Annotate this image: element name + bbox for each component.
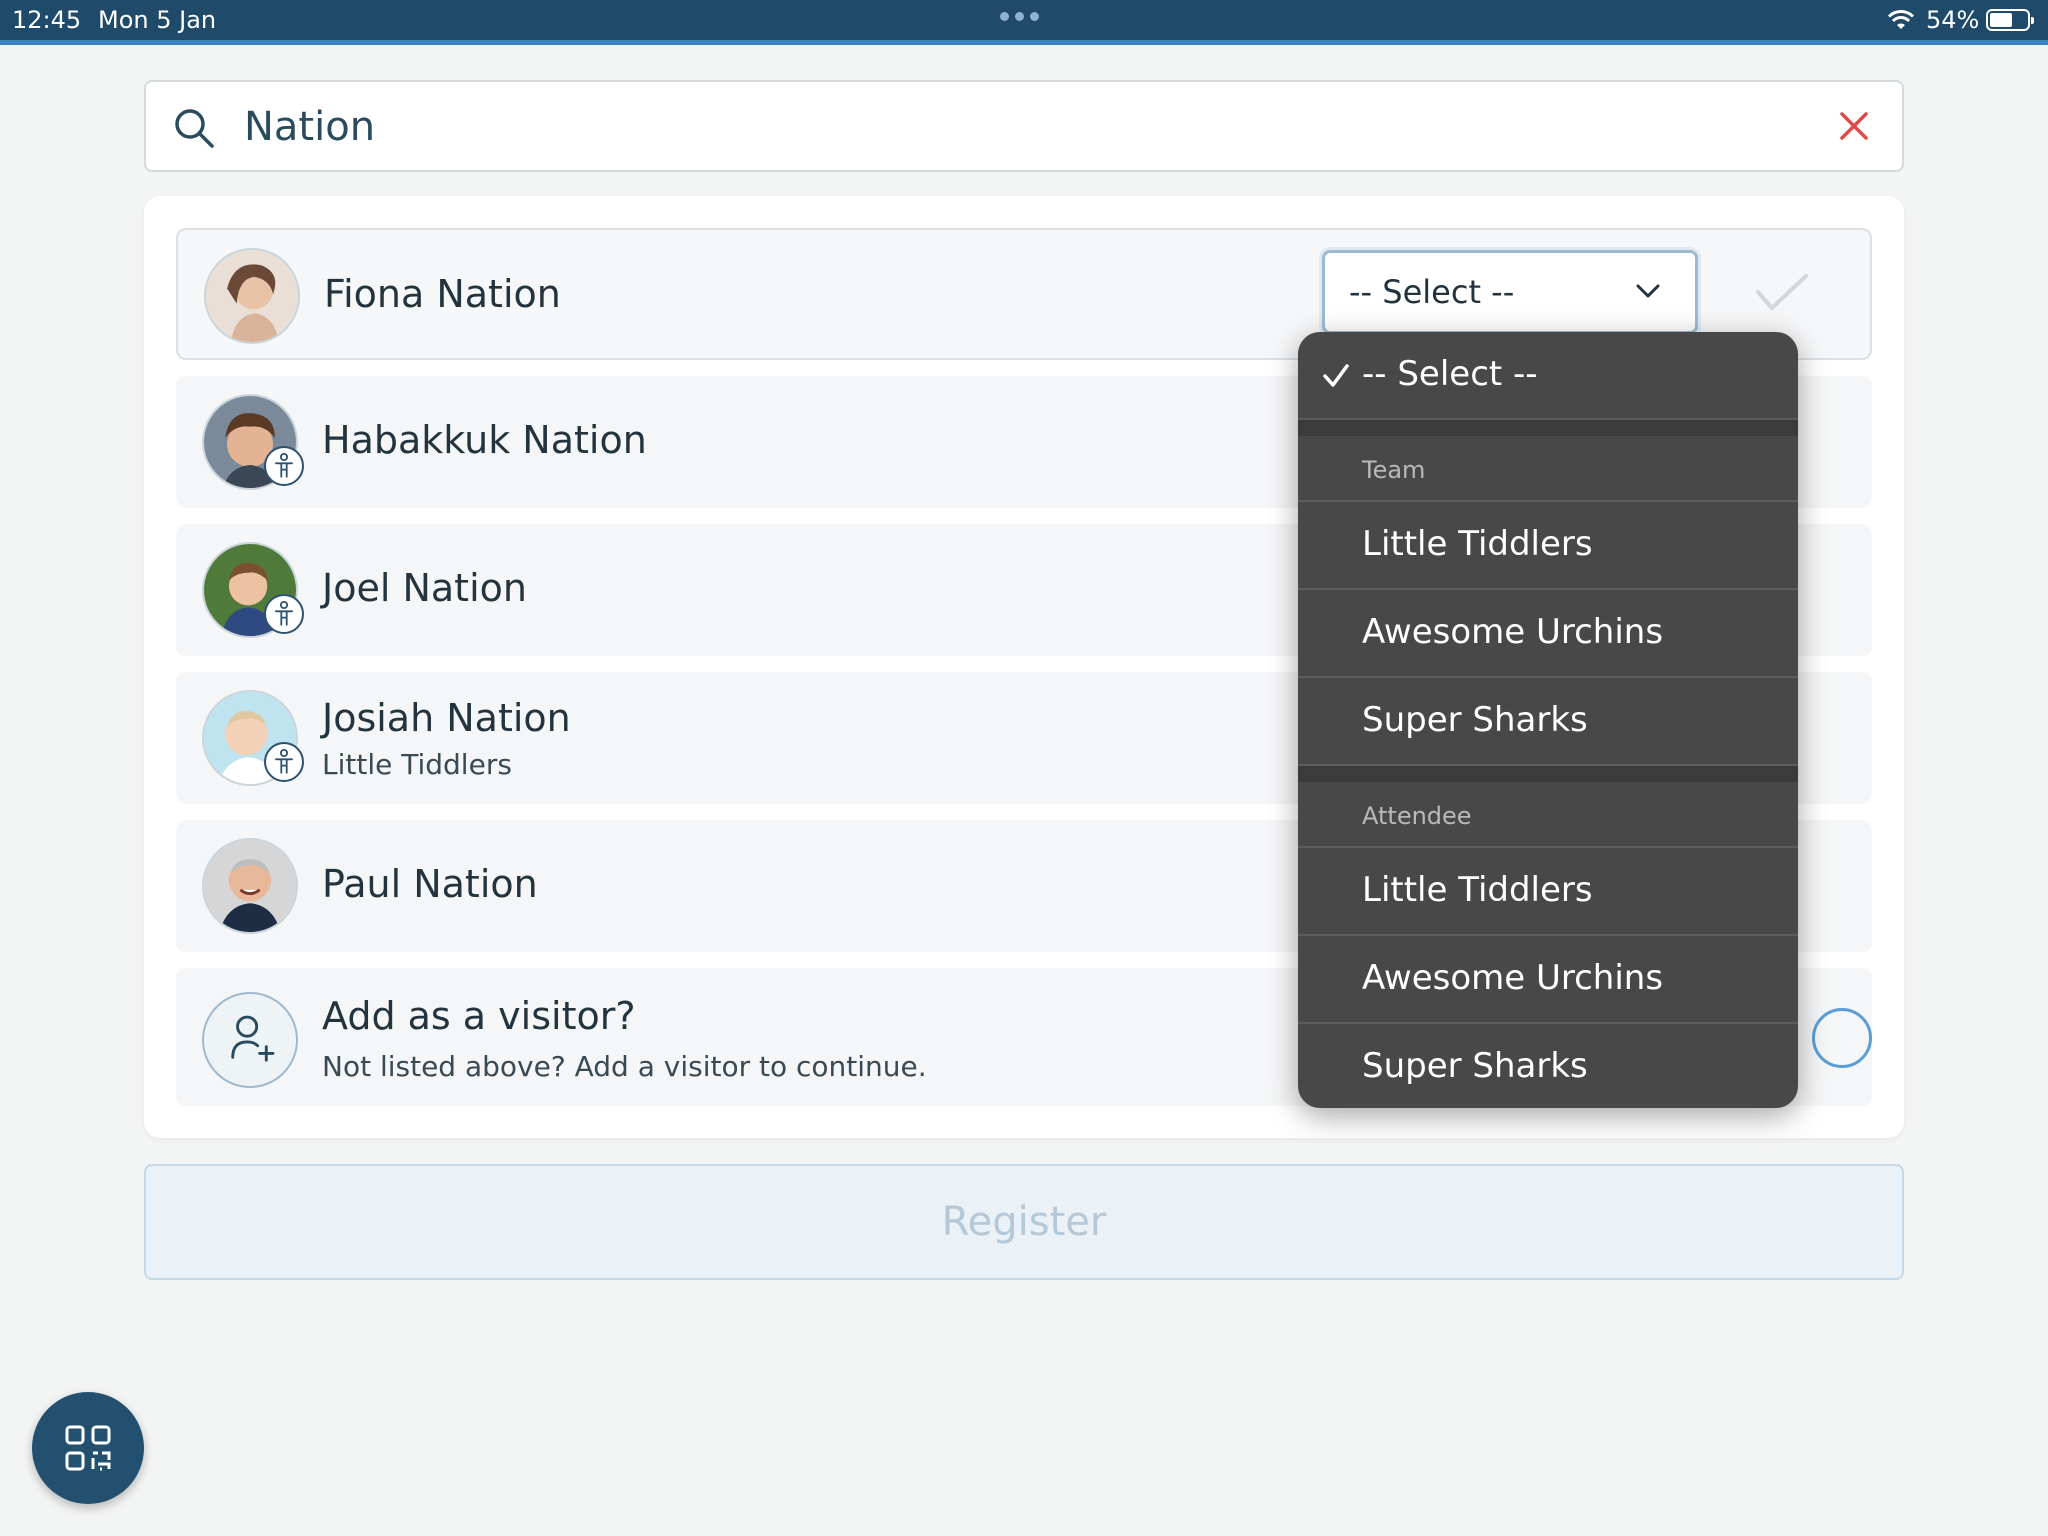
person-name: Fiona Nation <box>324 272 561 316</box>
group-header-label: Attendee <box>1362 802 1472 830</box>
dropdown-option[interactable]: Super Sharks <box>1298 678 1798 766</box>
group-header-label: Team <box>1362 456 1426 484</box>
add-user-icon <box>202 992 298 1088</box>
dropdown-option-label: -- Select -- <box>1362 354 1538 394</box>
add-visitor-button[interactable] <box>1812 1008 1872 1068</box>
dropdown-option-label: Awesome Urchins <box>1362 612 1664 652</box>
group-select-value: -- Select -- <box>1349 273 1515 311</box>
dropdown-option-label: Little Tiddlers <box>1362 870 1593 910</box>
person-name: Josiah Nation <box>322 696 571 740</box>
group-dropdown-menu: -- Select -- Team Little Tiddlers Awesom… <box>1298 332 1798 1108</box>
dropdown-separator <box>1298 766 1798 782</box>
status-date: Mon 5 Jan <box>98 6 217 34</box>
avatar <box>204 248 300 344</box>
multitasking-dots-icon[interactable] <box>1000 12 1039 21</box>
dropdown-option-label: Awesome Urchins <box>1362 958 1664 998</box>
qr-code-icon <box>65 1425 111 1471</box>
dropdown-group-header: Team <box>1298 436 1798 502</box>
person-name: Joel Nation <box>322 566 527 610</box>
dropdown-group-header: Attendee <box>1298 782 1798 848</box>
visitor-subtitle: Not listed above? Add a visitor to conti… <box>322 1050 927 1083</box>
chevron-down-icon <box>1636 284 1660 298</box>
register-button[interactable]: Register <box>144 1164 1904 1280</box>
avatar <box>202 838 298 934</box>
dropdown-option[interactable]: Super Sharks <box>1298 1024 1798 1108</box>
status-time: 12:45 <box>12 6 82 34</box>
dropdown-option-label: Little Tiddlers <box>1362 524 1593 564</box>
child-badge-icon <box>264 594 304 634</box>
dropdown-option[interactable]: Little Tiddlers <box>1298 848 1798 936</box>
dropdown-option-label: Super Sharks <box>1362 700 1588 740</box>
person-name: Habakkuk Nation <box>322 418 647 462</box>
dropdown-option-label: Super Sharks <box>1362 1046 1588 1086</box>
child-badge-icon <box>264 446 304 486</box>
wifi-icon <box>1887 10 1915 29</box>
search-input[interactable] <box>244 98 1724 156</box>
search-icon <box>175 109 214 148</box>
status-bar: 12:45 Mon 5 Jan 54% <box>0 0 2048 45</box>
battery-percent: 54% <box>1926 6 1980 34</box>
dropdown-option[interactable]: Little Tiddlers <box>1298 502 1798 590</box>
visitor-title: Add as a visitor? <box>322 994 636 1038</box>
dropdown-option[interactable]: Awesome Urchins <box>1298 936 1798 1024</box>
person-group: Little Tiddlers <box>322 748 512 781</box>
qr-scan-button[interactable] <box>32 1392 144 1504</box>
child-badge-icon <box>264 742 304 782</box>
person-name: Paul Nation <box>322 862 538 906</box>
battery-icon <box>1986 9 2034 31</box>
search-bar <box>144 80 1904 172</box>
dropdown-option-select[interactable]: -- Select -- <box>1298 332 1798 420</box>
dropdown-option[interactable]: Awesome Urchins <box>1298 590 1798 678</box>
status-accent-line <box>0 40 2048 45</box>
clear-search-icon[interactable] <box>1834 106 1874 146</box>
dropdown-separator <box>1298 420 1798 436</box>
checkmark-icon[interactable] <box>1754 270 1810 316</box>
group-select[interactable]: -- Select -- <box>1322 250 1698 334</box>
checkmark-icon <box>1323 364 1349 387</box>
